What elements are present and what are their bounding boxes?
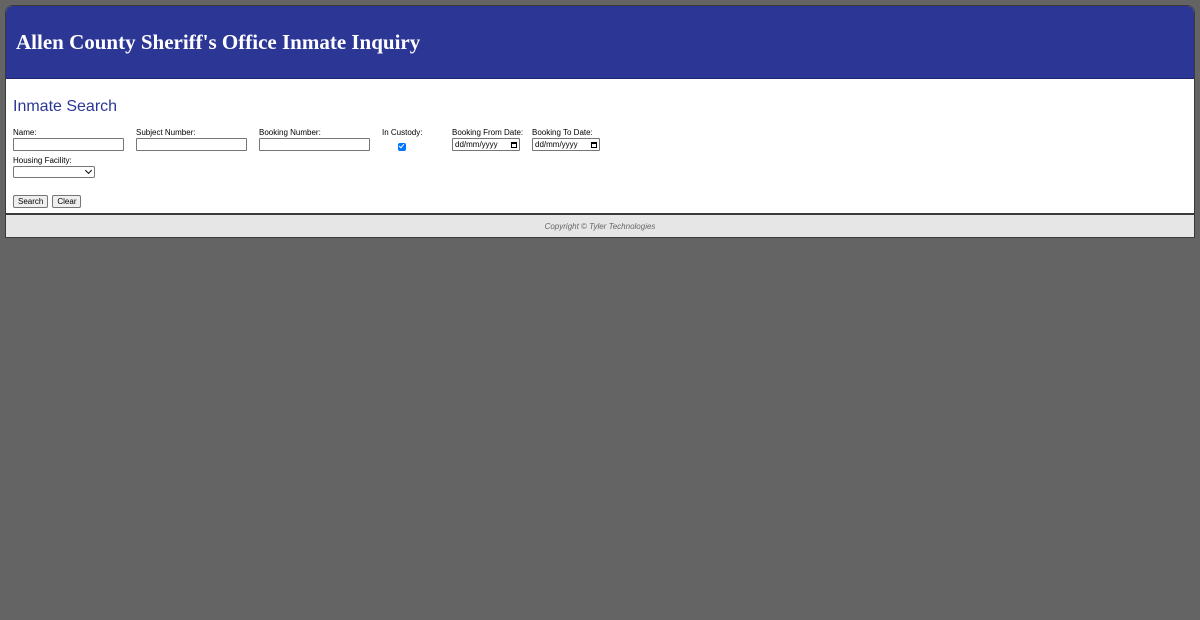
in-custody-label: In Custody: — [382, 128, 423, 137]
search-button[interactable]: Search — [13, 195, 49, 208]
clear-button[interactable]: Clear — [52, 195, 82, 208]
booking-to-date-placeholder: dd/mm/yyyy — [535, 140, 578, 149]
in-custody-field-group: In Custody: — [382, 128, 423, 151]
subject-number-label: Subject Number: — [136, 128, 196, 137]
chevron-down-icon — [84, 166, 93, 175]
booking-from-date-placeholder: dd/mm/yyyy — [455, 140, 498, 149]
name-field-group: Name: — [13, 128, 124, 151]
subject-number-input[interactable] — [136, 138, 247, 151]
booking-from-date-field-group: Booking From Date: dd/mm/yyyy — [452, 128, 523, 151]
copyright-text: Copyright © Tyler Technologies — [544, 221, 656, 231]
booking-to-date-field-group: Booking To Date: dd/mm/yyyy — [532, 128, 600, 151]
page-footer: Copyright © Tyler Technologies — [6, 213, 1194, 237]
booking-to-date-label: Booking To Date: — [532, 128, 593, 137]
calendar-icon[interactable] — [591, 141, 597, 148]
section-title: Inmate Search — [13, 98, 118, 115]
booking-to-date-input[interactable]: dd/mm/yyyy — [532, 138, 600, 151]
page-title: Allen County Sheriff's Office Inmate Inq… — [16, 29, 421, 54]
booking-number-field-group: Booking Number: — [259, 128, 370, 151]
housing-facility-field-group: Housing Facility: — [13, 156, 95, 178]
page-header: Allen County Sheriff's Office Inmate Inq… — [6, 6, 1194, 79]
in-custody-checkbox[interactable] — [398, 143, 406, 151]
subject-number-field-group: Subject Number: — [136, 128, 247, 151]
name-label: Name: — [13, 128, 37, 137]
housing-facility-label: Housing Facility: — [13, 156, 72, 165]
page-container: Allen County Sheriff's Office Inmate Inq… — [5, 5, 1195, 238]
calendar-icon[interactable] — [511, 141, 517, 148]
booking-from-date-label: Booking From Date: — [452, 128, 524, 137]
booking-number-label: Booking Number: — [259, 128, 321, 137]
name-input[interactable] — [13, 138, 124, 151]
housing-facility-select[interactable] — [13, 166, 95, 178]
search-panel: Inmate Search Name: Subject Number: Book… — [6, 79, 1194, 213]
search-fields-row: Name: Subject Number: Booking Number: In… — [13, 128, 813, 158]
booking-number-input[interactable] — [259, 138, 370, 151]
in-custody-checkbox-wrap — [382, 138, 422, 151]
booking-from-date-input[interactable]: dd/mm/yyyy — [452, 138, 520, 151]
search-actions: Search Clear — [13, 191, 85, 209]
